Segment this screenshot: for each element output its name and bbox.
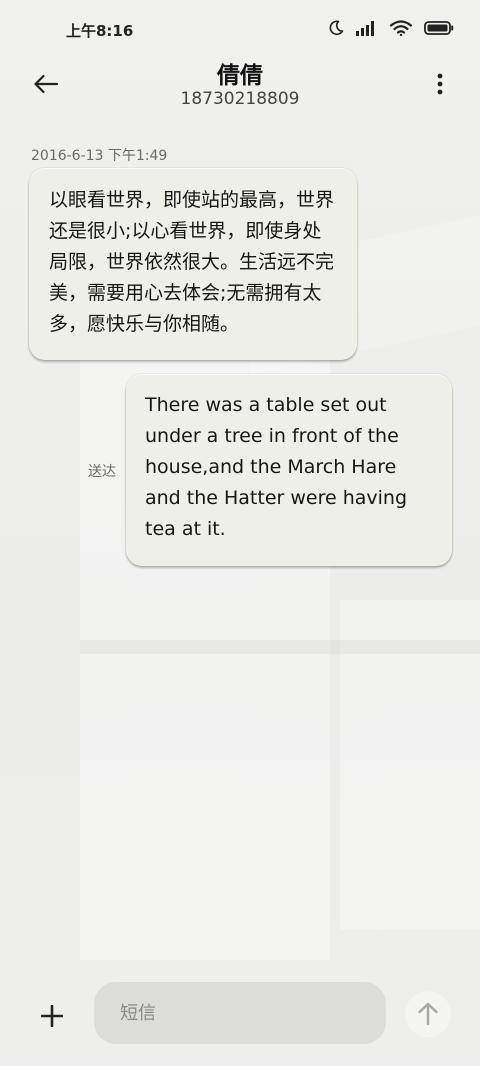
- moon-icon: [329, 20, 344, 36]
- contact-number: 18730218809: [180, 89, 300, 109]
- status-time: 上午8:16: [66, 22, 134, 40]
- send-button[interactable]: [405, 991, 451, 1037]
- message-input[interactable]: [94, 982, 386, 1044]
- more-options-button[interactable]: [430, 66, 450, 102]
- messaging-screen: 上午8:16 倩倩 18730218809 2016-6-13 下午1:49 以…: [0, 0, 480, 1066]
- arrow-up-icon: [418, 1002, 438, 1026]
- contact-name: 倩倩: [217, 63, 263, 89]
- message-text: 以眼看世界，即使站的最高，世界还是很小;以心看世界，即使身处局限，世界依然很大。…: [49, 189, 335, 335]
- battery-icon: [424, 21, 454, 35]
- background-light: [80, 640, 480, 654]
- message-text: There was a table set out under a tree i…: [145, 394, 408, 540]
- incoming-message-bubble[interactable]: 以眼看世界，即使站的最高，世界还是很小;以心看世界，即使身处局限，世界依然很大。…: [29, 168, 357, 360]
- outgoing-message-bubble[interactable]: There was a table set out under a tree i…: [126, 374, 452, 566]
- message-timestamp: 2016-6-13 下午1:49: [31, 148, 168, 164]
- compose-bar: [0, 980, 480, 1066]
- plus-icon: [41, 1005, 63, 1027]
- background-light: [340, 600, 480, 930]
- add-attachment-button[interactable]: [30, 994, 74, 1038]
- delivery-status: 送达: [88, 464, 116, 480]
- status-icons: [328, 20, 454, 36]
- more-vertical-icon: [437, 73, 443, 95]
- signal-icon: [356, 21, 374, 36]
- wifi-icon: [390, 20, 412, 36]
- conversation-header: 倩倩 18730218809: [0, 52, 480, 116]
